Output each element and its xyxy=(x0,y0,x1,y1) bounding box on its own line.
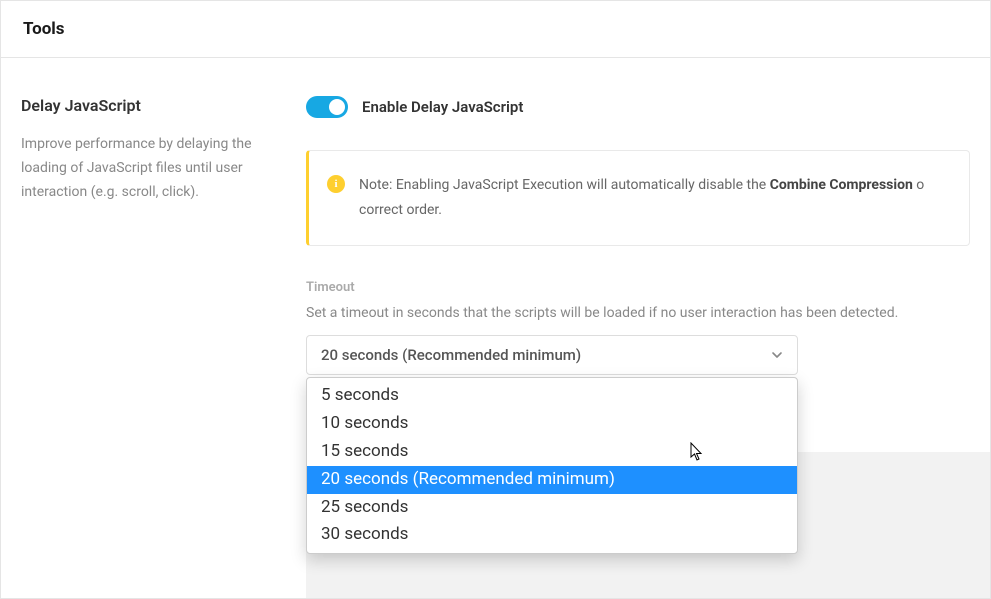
timeout-option[interactable]: 30 seconds xyxy=(307,521,797,549)
timeout-label: Timeout xyxy=(306,280,970,295)
timeout-option[interactable]: 15 seconds xyxy=(307,438,797,466)
timeout-option[interactable]: 25 seconds xyxy=(307,494,797,522)
header: Tools xyxy=(1,1,990,58)
notice-suffix: o xyxy=(913,177,924,193)
content-area: Delay JavaScript Improve performance by … xyxy=(1,58,990,375)
timeout-option[interactable]: 5 seconds xyxy=(307,382,797,410)
timeout-select-wrap: 20 seconds (Recommended minimum) 5 secon… xyxy=(306,335,798,375)
toggle-label: Enable Delay JavaScript xyxy=(362,98,523,116)
section-description: Improve performance by delaying the load… xyxy=(21,133,286,204)
notice-prefix: Note: Enabling JavaScript Execution will… xyxy=(359,177,770,193)
notice-text: Note: Enabling JavaScript Execution will… xyxy=(359,173,924,223)
section-sidebar: Delay JavaScript Improve performance by … xyxy=(21,96,306,375)
timeout-description: Set a timeout in seconds that the script… xyxy=(306,305,970,321)
warning-notice: i Note: Enabling JavaScript Execution wi… xyxy=(306,150,970,246)
enable-delay-js-toggle[interactable] xyxy=(306,96,348,118)
timeout-select[interactable]: 20 seconds (Recommended minimum) xyxy=(306,335,798,375)
notice-line2: correct order. xyxy=(359,202,442,218)
timeout-option[interactable]: 10 seconds xyxy=(307,410,797,438)
notice-strong: Combine Compression xyxy=(770,177,913,193)
section-main: Enable Delay JavaScript i Note: Enabling… xyxy=(306,96,970,375)
info-icon: i xyxy=(327,175,345,193)
chevron-down-icon xyxy=(771,349,783,361)
toggle-row: Enable Delay JavaScript xyxy=(306,96,970,118)
timeout-option[interactable]: 20 seconds (Recommended minimum) xyxy=(307,466,797,494)
timeout-dropdown: 5 seconds10 seconds15 seconds20 seconds … xyxy=(306,377,798,554)
timeout-select-value: 20 seconds (Recommended minimum) xyxy=(321,346,581,364)
page-title: Tools xyxy=(23,19,968,39)
section-title: Delay JavaScript xyxy=(21,96,286,115)
